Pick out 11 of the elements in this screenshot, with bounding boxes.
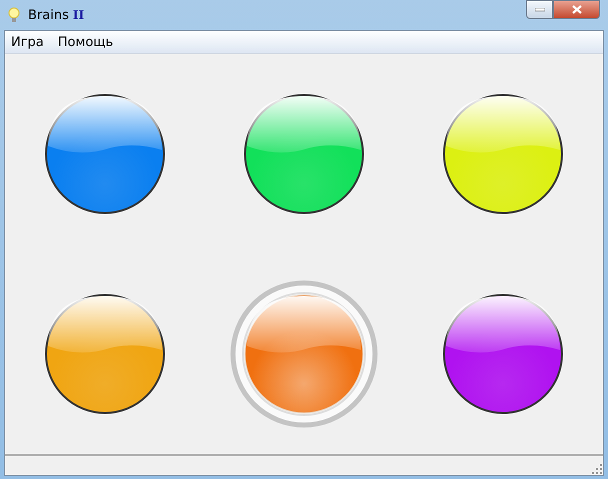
resize-grip-icon: [592, 464, 602, 474]
minimize-icon: [534, 8, 544, 12]
lightbulb-icon: [8, 7, 20, 23]
pressed-round-button[interactable]: [228, 279, 379, 429]
version-label: II: [72, 8, 84, 22]
close-icon: [572, 5, 582, 14]
minimize-button[interactable]: [526, 0, 553, 19]
menu-item[interactable]: Игра: [11, 34, 44, 50]
menu-item[interactable]: Помощь: [58, 34, 114, 50]
close-button[interactable]: [553, 0, 600, 19]
window-title: Brains: [28, 8, 69, 22]
